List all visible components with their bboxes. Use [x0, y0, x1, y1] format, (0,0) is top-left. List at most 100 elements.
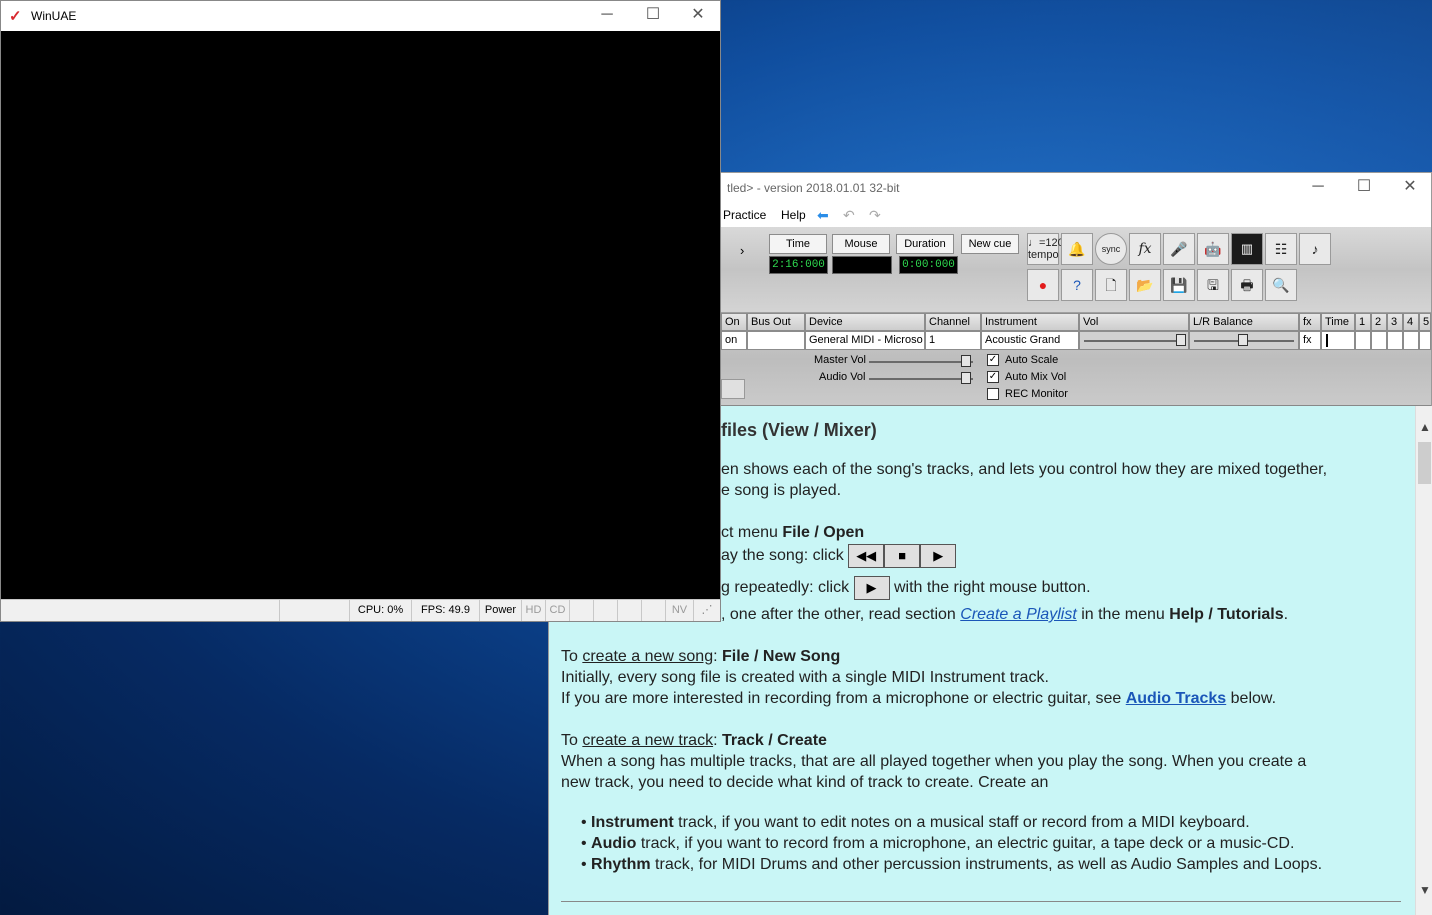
menu-help[interactable]: Help — [781, 208, 806, 222]
close-button[interactable]: ✕ — [1387, 173, 1432, 203]
help-p1-line2: e song is played. — [721, 482, 842, 499]
bullet-rhythm-text: track, for MIDI Drums and other percussi… — [650, 856, 1323, 873]
track-list-box[interactable] — [721, 379, 745, 399]
rec-monitor-checkbox[interactable] — [987, 388, 999, 400]
status-drive-1[interactable] — [593, 600, 617, 621]
duration-button[interactable]: Duration — [896, 234, 954, 254]
status-drive-3[interactable] — [641, 600, 665, 621]
col-header-device: Device — [805, 313, 925, 331]
track-bus-out-cell[interactable] — [747, 331, 805, 350]
mixer-icon[interactable]: ☷ — [1265, 233, 1297, 265]
robot-icon[interactable]: 🤖 — [1197, 233, 1229, 265]
track-measure-5[interactable] — [1419, 331, 1431, 350]
auto-mix-vol-checkbox[interactable]: ✓ — [987, 371, 999, 383]
track-balance-slider[interactable] — [1189, 331, 1299, 350]
microphone-icon[interactable]: 🎤 — [1163, 233, 1195, 265]
print-icon[interactable]: 🖶 — [1231, 269, 1263, 301]
redo-icon[interactable]: ↷ — [869, 207, 881, 224]
maximize-button[interactable]: ☐ — [1341, 173, 1387, 203]
col-header-3: 3 — [1387, 313, 1403, 331]
status-drive-2[interactable] — [617, 600, 641, 621]
status-drive-0[interactable] — [569, 600, 593, 621]
resize-grip-icon[interactable]: ⋰ — [693, 600, 720, 621]
stop-button-icon[interactable]: ■ — [884, 544, 921, 568]
track-on-cell[interactable]: on — [721, 331, 747, 350]
track-device-cell[interactable]: General MIDI - Microso — [805, 331, 925, 350]
mouse-button[interactable]: Mouse — [832, 234, 890, 254]
new-cue-button[interactable]: New cue — [961, 234, 1019, 254]
scrollbar-thumb[interactable] — [1418, 442, 1431, 484]
help-newsong-l1: Initially, every song file is created wi… — [561, 669, 1049, 686]
auto-scale-checkbox[interactable]: ✓ — [987, 354, 999, 366]
scroll-down-icon[interactable]: ▼ — [1416, 883, 1432, 897]
winuae-statusbar: CPU: 0% FPS: 49.9 Power HD CD NV ⋰ — [1, 599, 720, 621]
help-newtrack-l2: new track, you need to decide what kind … — [561, 774, 1049, 791]
open-folder-icon[interactable]: 📂 — [1129, 269, 1161, 301]
auto-scale-label: Auto Scale — [1005, 354, 1059, 366]
rewind-button-icon[interactable]: ◀◀ — [848, 544, 885, 568]
status-cd[interactable]: CD — [545, 600, 569, 621]
help-divider — [561, 901, 1401, 902]
help-newsong-underline: create a new song — [582, 648, 714, 665]
minimize-button[interactable]: ─ — [1295, 173, 1341, 203]
winuae-close-button[interactable]: ✕ — [675, 1, 721, 31]
help-playlist-end: . — [1283, 606, 1289, 623]
save-as-icon[interactable]: 🖫 — [1197, 269, 1229, 301]
track-measure-2[interactable] — [1371, 331, 1387, 350]
track-instrument-cell[interactable]: Acoustic Grand — [981, 331, 1079, 350]
winuae-maximize-button[interactable]: ☐ — [630, 1, 676, 31]
track-channel-cell[interactable]: 1 — [925, 331, 981, 350]
help-newtrack-l1: When a song has multiple tracks, that ar… — [561, 753, 1307, 770]
track-time-cell[interactable] — [1321, 331, 1355, 350]
chevron-right-icon[interactable]: › — [740, 243, 744, 258]
keyboard-icon[interactable]: ▥ — [1231, 233, 1263, 265]
track-fx-cell[interactable]: fx — [1299, 331, 1321, 350]
help-tutorials-menu: Help / Tutorials — [1169, 606, 1284, 623]
balance-slider-thumb[interactable] — [1238, 334, 1248, 346]
help-icon[interactable]: ? — [1061, 269, 1093, 301]
audio-note-icon[interactable]: ♪ — [1299, 233, 1331, 265]
vol-slider-thumb[interactable] — [1176, 334, 1186, 346]
scroll-up-icon[interactable]: ▲ — [1416, 420, 1432, 434]
help-scrollbar[interactable]: ▲ ▼ — [1415, 406, 1432, 915]
tempo-button[interactable]: ♩=120 tempo — [1027, 233, 1064, 265]
help-newsong-menu: File / New Song — [721, 648, 841, 665]
track-measure-3[interactable] — [1387, 331, 1403, 350]
save-icon[interactable]: 💾 — [1163, 269, 1195, 301]
maximize-icon: ☐ — [1356, 178, 1372, 195]
track-measure-1[interactable] — [1355, 331, 1371, 350]
zoom-icon[interactable]: 🔍 — [1265, 269, 1297, 301]
bullet-instrument-bold: Instrument — [591, 814, 674, 831]
status-hd[interactable]: HD — [521, 600, 545, 621]
menu-practice[interactable]: Practice — [723, 208, 766, 222]
help-newsong-line: To create a new song: File / New Song — [561, 648, 840, 666]
winuae-titlebar: ✓ WinUAE ─ ☐ ✕ — [1, 1, 720, 31]
master-vol-thumb[interactable] — [961, 355, 971, 367]
track-measure-4[interactable] — [1403, 331, 1419, 350]
auto-mix-vol-label: Auto Mix Vol — [1005, 371, 1067, 383]
audio-tracks-link[interactable]: Audio Tracks — [1126, 690, 1226, 707]
time-button[interactable]: Time — [769, 234, 827, 254]
col-header-2: 2 — [1371, 313, 1387, 331]
play-button-icon[interactable]: ▶ — [920, 544, 957, 568]
help-repeat-post: with the right mouse button. — [893, 579, 1091, 597]
play-repeat-button-icon[interactable]: ▶ — [853, 576, 890, 600]
emulator-display[interactable] — [1, 31, 720, 599]
back-arrow-icon[interactable]: ⬅ — [817, 207, 829, 224]
help-heading: files (View / Mixer) — [721, 420, 877, 440]
track-vol-slider[interactable] — [1079, 331, 1189, 350]
create-playlist-link[interactable]: Create a Playlist — [960, 606, 1077, 623]
help-newtrack-menu: Track / Create — [721, 732, 827, 749]
audio-vol-thumb[interactable] — [961, 372, 971, 384]
record-icon[interactable]: ● — [1027, 269, 1059, 301]
sync-icon[interactable]: sync — [1095, 233, 1127, 265]
new-file-icon[interactable]: 🗋 — [1095, 269, 1127, 301]
metronome-icon[interactable]: 🔔 — [1061, 233, 1093, 265]
bullet-rhythm-bold: Rhythm — [591, 856, 651, 873]
status-power[interactable]: Power — [479, 600, 521, 621]
col-header-fx: fx — [1299, 313, 1321, 331]
fx-icon[interactable]: fx — [1129, 233, 1161, 265]
winuae-minimize-button[interactable]: ─ — [584, 1, 630, 31]
status-nv[interactable]: NV — [665, 600, 693, 621]
undo-icon[interactable]: ↶ — [843, 207, 855, 224]
